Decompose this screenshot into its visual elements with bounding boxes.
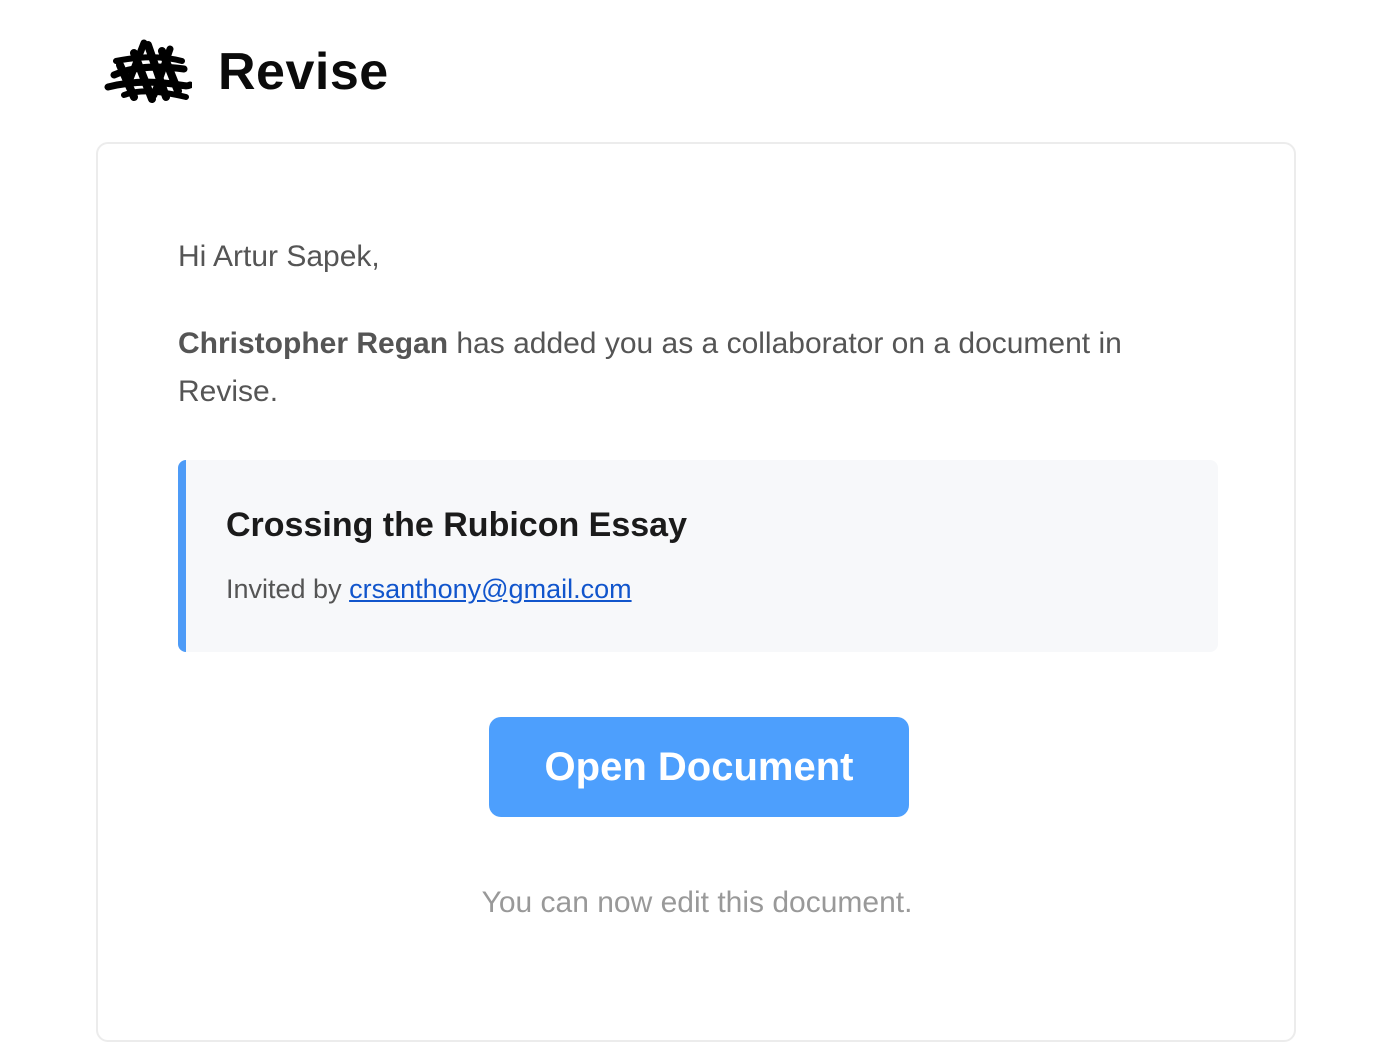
greeting: Hi Artur Sapek, [178,240,380,273]
invited-by-label: Invited by [226,574,350,604]
invited-by: Invited by crsanthony@gmail.com [226,574,632,605]
email-card: Hi Artur Sapek, Christopher Regan has ad… [96,142,1296,1042]
inviter-email-link[interactable]: crsanthony@gmail.com [349,574,632,604]
email-header: Revise [104,36,389,108]
footer-note: You can now edit this document. [481,886,913,919]
inviter-name: Christopher Regan [178,327,449,360]
open-document-button[interactable]: Open Document [489,717,909,817]
document-title: Crossing the Rubicon Essay [226,506,687,544]
intro-paragraph: Christopher Regan has added you as a col… [178,320,1218,416]
brand-name: Revise [218,43,389,101]
document-callout: Crossing the Rubicon Essay Invited by cr… [178,460,1218,652]
scribble-logo-icon [104,39,192,103]
